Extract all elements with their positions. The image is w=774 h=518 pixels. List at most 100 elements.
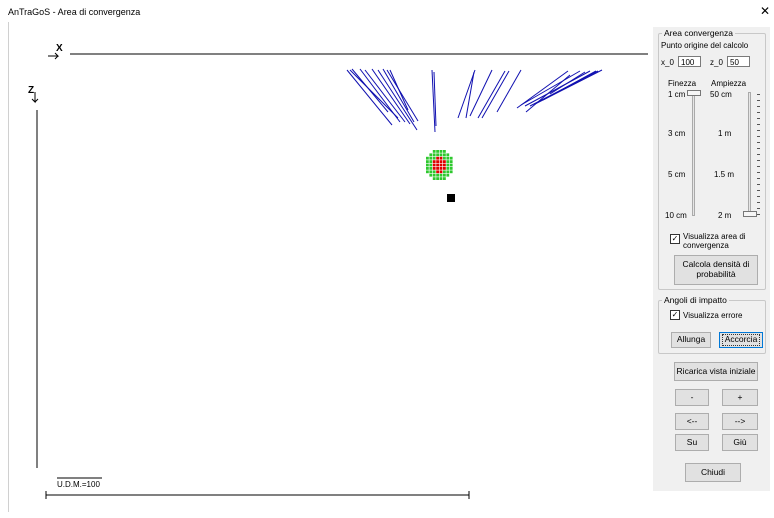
density-cell [439, 177, 443, 180]
slider-tick [757, 184, 760, 185]
finezza-label: Finezza [668, 79, 697, 88]
density-cell [432, 160, 436, 163]
close-button[interactable]: Chiudi [685, 463, 741, 482]
show-area-checkbox[interactable]: ✓ [670, 234, 680, 244]
slider-tick [757, 94, 760, 95]
density-cell [436, 167, 439, 170]
ampiezza-slider-track[interactable] [748, 92, 751, 216]
density-cell [439, 153, 443, 157]
origin-label: Punto origine del calcolo [661, 41, 749, 50]
density-cell [436, 160, 439, 163]
density-cell [446, 153, 450, 157]
show-area-label: Visualizza area di convergenza [683, 232, 746, 251]
ampiezza-slider-thumb[interactable] [743, 211, 757, 217]
ampiezza-tick-label: 50 cm [710, 90, 732, 99]
finezza-tick-label: 10 cm [665, 211, 687, 220]
density-cell [429, 167, 433, 170]
slider-tick [757, 172, 760, 173]
z0-input[interactable]: 50 [727, 56, 750, 67]
x0-input[interactable]: 100 [678, 56, 701, 67]
finezza-tick-label: 1 cm [668, 90, 686, 99]
density-cell [439, 173, 443, 177]
slider-tick [757, 154, 760, 155]
pan-down-button[interactable]: Giù [722, 434, 758, 451]
density-cell [429, 163, 433, 167]
slider-tick [757, 202, 760, 203]
density-cell [436, 156, 439, 160]
calculate-density-button[interactable]: Calcola densità di probabilità [674, 255, 758, 285]
density-cell [449, 156, 453, 160]
density-cell [449, 170, 453, 174]
slider-tick [757, 124, 760, 125]
density-cell [429, 156, 433, 160]
trajectory-line [524, 70, 591, 107]
density-cell [449, 167, 453, 170]
shorten-button-label: Accorcia [721, 334, 761, 346]
reload-view-button[interactable]: Ricarica vista iniziale [674, 362, 758, 381]
density-cell [443, 170, 446, 174]
slider-tick [757, 112, 760, 113]
density-cell [449, 163, 453, 167]
density-cell [429, 160, 433, 163]
pan-right-button[interactable]: --> [722, 413, 758, 430]
finezza-tick-label: 5 cm [668, 170, 686, 179]
finezza-slider-thumb[interactable] [687, 90, 701, 96]
density-cell [426, 170, 429, 174]
density-cell [426, 167, 429, 170]
density-cell [432, 163, 436, 167]
density-cell [436, 177, 439, 180]
slider-tick [757, 196, 760, 197]
slider-tick [757, 160, 760, 161]
density-cell [443, 167, 446, 170]
density-cell [446, 163, 450, 167]
origin-point-marker [447, 194, 455, 202]
trajectory-line [520, 70, 581, 106]
density-cell [426, 156, 429, 160]
density-cell [429, 170, 433, 174]
density-cell [432, 150, 436, 153]
close-icon[interactable]: ✕ [758, 4, 772, 18]
trajectory-line [346, 69, 393, 126]
finezza-slider-track[interactable] [692, 92, 695, 216]
zoom-in-button[interactable]: + [722, 389, 758, 406]
pan-left-button[interactable]: <-- [675, 413, 709, 430]
ampiezza-label: Ampiezza [711, 79, 747, 88]
density-cell [449, 160, 453, 163]
slider-tick [757, 130, 760, 131]
trajectory-line [389, 69, 409, 111]
convergence-group-title: Area convergenza [662, 28, 735, 38]
density-cell [443, 156, 446, 160]
slider-tick [757, 142, 760, 143]
density-cell [436, 173, 439, 177]
show-error-checkbox[interactable]: ✓ [670, 310, 680, 320]
density-cell [443, 150, 446, 153]
control-panel: Area convergenza Punto origine del calco… [653, 27, 770, 491]
density-cell [446, 167, 450, 170]
density-cell [443, 163, 446, 167]
zoom-out-button[interactable]: - [675, 389, 709, 406]
density-cell [432, 167, 436, 170]
z-axis-label: Z [28, 85, 34, 96]
density-cell [426, 160, 429, 163]
density-cell [436, 150, 439, 153]
density-cell [443, 173, 446, 177]
density-cell [446, 156, 450, 160]
finezza-tick-label: 3 cm [668, 129, 686, 138]
convergence-plot[interactable]: X Z U.D.M.=100 [0, 0, 650, 518]
shorten-button[interactable]: Accorcia [719, 332, 763, 348]
slider-tick [757, 166, 760, 167]
density-cell [446, 160, 450, 163]
density-cell [439, 150, 443, 153]
lengthen-button[interactable]: Allunga [671, 332, 711, 348]
density-cell [432, 177, 436, 180]
pan-up-button[interactable]: Su [675, 434, 709, 451]
impact-angles-group-title: Angoli di impatto [662, 295, 729, 305]
trajectory-line [525, 74, 571, 113]
density-cell [432, 156, 436, 160]
density-cell [436, 163, 439, 167]
slider-tick [757, 208, 760, 209]
density-cell [439, 160, 443, 163]
density-cell [446, 170, 450, 174]
density-cell [439, 156, 443, 160]
slider-tick [757, 190, 760, 191]
